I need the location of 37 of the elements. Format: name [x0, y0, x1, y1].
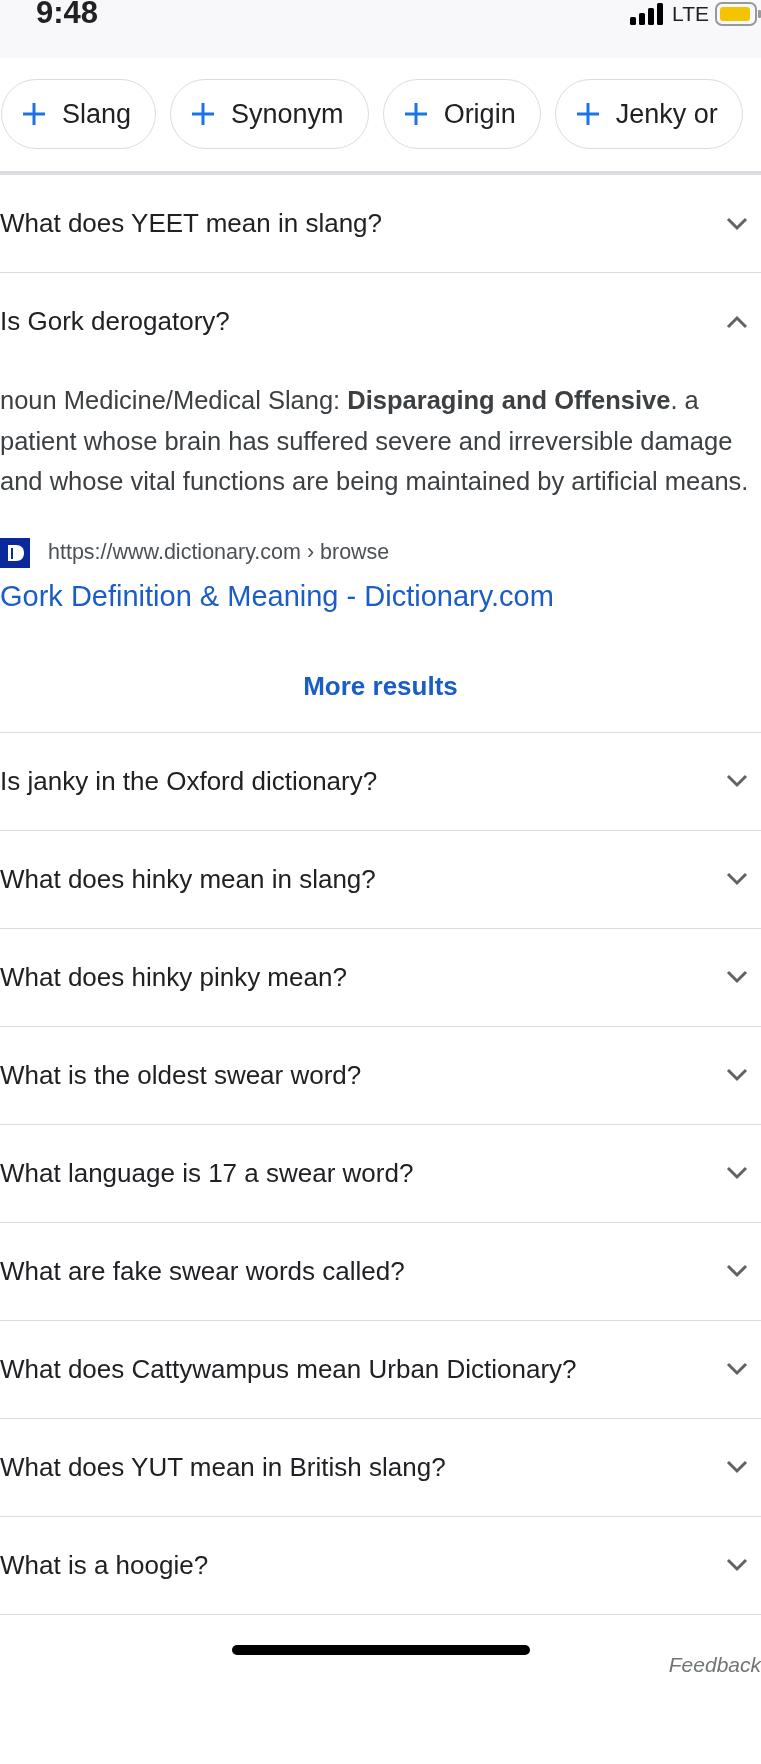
- filter-chip[interactable]: Slang: [1, 79, 157, 149]
- question-row[interactable]: What does hinky pinky mean?: [0, 928, 761, 1027]
- chevron-down-icon: [725, 1361, 749, 1377]
- result-link[interactable]: Gork Definition & Meaning - Dictionary.com: [0, 579, 554, 613]
- question-row[interactable]: What does Cattywampus mean Urban Dictionary?: [0, 1320, 761, 1419]
- question-row[interactable]: What does hinky mean in slang?: [0, 830, 761, 929]
- chevron-down-icon: [725, 1067, 749, 1083]
- chevron-down-icon: [725, 773, 749, 789]
- chevron-down-icon: [725, 1459, 749, 1475]
- question-row[interactable]: Is Gork derogatory?: [0, 273, 761, 370]
- question-row[interactable]: What does YUT mean in British slang?: [0, 1418, 761, 1517]
- question-row[interactable]: What does YEET mean in slang?: [0, 175, 761, 273]
- filter-chip[interactable]: Origin: [382, 79, 541, 149]
- chevron-down-icon: [725, 1165, 749, 1181]
- source-url: https://www.dictionary.com › browse: [48, 540, 390, 565]
- definition-text: noun Medicine/Medical Slang: Disparaging and Offensive. a patient whose brain has suffered severe and irreversible damage and whose vital functions are being maintained by artificial means.: [0, 385, 750, 497]
- plus-icon: [22, 102, 46, 126]
- chevron-up-icon: [725, 313, 749, 330]
- status-time: 9:48: [36, 0, 99, 28]
- question-row[interactable]: What are fake swear words called?: [0, 1222, 761, 1321]
- plus-icon: [191, 102, 216, 126]
- question-row[interactable]: What language is 17 a swear word?: [0, 1124, 761, 1223]
- chevron-down-icon: [725, 969, 749, 985]
- filter-chip[interactable]: Synonym: [170, 79, 369, 149]
- battery-icon: [715, 2, 761, 26]
- question-row[interactable]: What is the oldest swear word?: [0, 1026, 761, 1125]
- filter-chip[interactable]: Jenky or: [554, 79, 743, 149]
- chevron-down-icon: [725, 215, 749, 232]
- plus-icon: [403, 102, 428, 126]
- network-label: LTE: [672, 2, 709, 26]
- chevron-down-icon: [725, 871, 749, 887]
- question-row[interactable]: Is janky in the Oxford dictionary?: [0, 732, 761, 831]
- question-row[interactable]: What is a hoogie?: [0, 1516, 761, 1615]
- chevron-down-icon: [725, 1557, 749, 1573]
- more-results-link[interactable]: More results: [303, 670, 458, 702]
- plus-icon: [575, 102, 600, 126]
- chevron-down-icon: [725, 1263, 749, 1279]
